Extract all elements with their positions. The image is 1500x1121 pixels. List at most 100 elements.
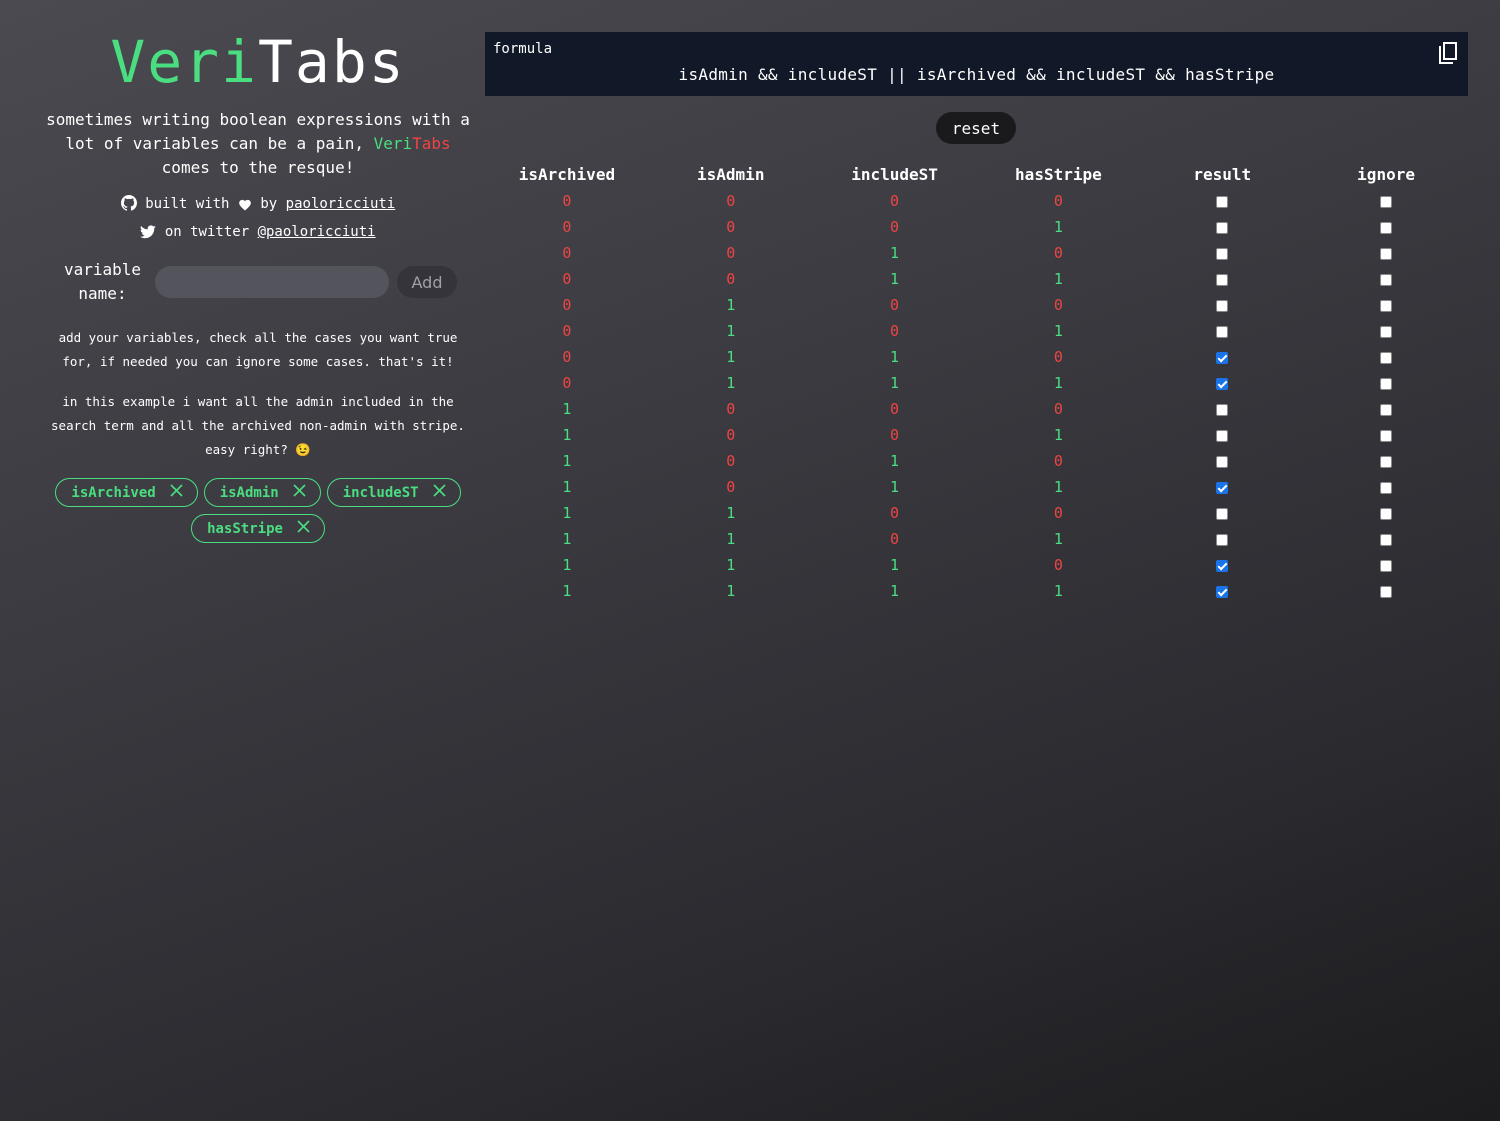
ignore-checkbox[interactable] [1380, 429, 1393, 442]
close-icon[interactable] [170, 484, 183, 501]
ignore-checkbox[interactable] [1380, 195, 1393, 208]
ignore-checkbox[interactable] [1380, 299, 1393, 312]
result-cell [1140, 370, 1304, 396]
ignore-checkbox[interactable] [1380, 247, 1393, 260]
truth-value-cell: 0 [726, 452, 736, 470]
reset-button[interactable]: reset [936, 112, 1016, 144]
ignore-cell [1304, 318, 1468, 344]
truth-value-cell: 1 [726, 530, 736, 548]
result-checkbox[interactable] [1216, 507, 1229, 520]
result-checkbox[interactable] [1216, 325, 1229, 338]
table-row: 0 0 0 1 [485, 214, 1468, 240]
truth-value-cell: 1 [1053, 582, 1063, 600]
truth-value-cell: 1 [562, 504, 572, 522]
table-row: 0 0 1 0 [485, 240, 1468, 266]
ignore-checkbox[interactable] [1380, 533, 1393, 546]
truth-value-cell: 0 [726, 478, 736, 496]
ignore-cell [1304, 578, 1468, 604]
ignore-checkbox[interactable] [1380, 585, 1393, 598]
app-logo: VeriTabs [40, 30, 476, 94]
result-checkbox[interactable] [1216, 585, 1229, 598]
ignore-checkbox[interactable] [1380, 273, 1393, 286]
result-checkbox[interactable] [1216, 195, 1229, 208]
credit-by-text: by [260, 196, 278, 212]
tagline-text-end: comes to the resque! [161, 158, 355, 177]
formula-panel: formula isAdmin && includeST || isArchiv… [485, 32, 1468, 96]
truth-value-cell: 1 [726, 556, 736, 574]
truth-value-cell: 0 [562, 192, 572, 210]
truth-value-cell: 1 [1053, 218, 1063, 236]
result-checkbox[interactable] [1216, 351, 1229, 364]
truth-value-cell: 1 [562, 426, 572, 444]
variable-name-label: variable name: [63, 260, 142, 303]
copy-icon[interactable] [1436, 41, 1458, 69]
truth-value-cell: 0 [1053, 452, 1063, 470]
add-button[interactable]: Add [396, 266, 458, 298]
truth-value-cell: 0 [562, 348, 572, 366]
truth-value-cell: 1 [890, 582, 900, 600]
twitter-link[interactable]: @paoloricciuti [258, 224, 376, 240]
table-row: 1 0 0 1 [485, 422, 1468, 448]
ignore-checkbox[interactable] [1380, 351, 1393, 364]
result-checkbox[interactable] [1216, 533, 1229, 546]
truth-value-cell: 0 [726, 426, 736, 444]
variable-chip: isAdmin [203, 478, 321, 507]
table-row: 1 0 0 0 [485, 396, 1468, 422]
result-cell [1140, 526, 1304, 552]
credit-built-line: built with by paoloricciuti [40, 190, 476, 218]
ignore-checkbox[interactable] [1380, 559, 1393, 572]
result-checkbox[interactable] [1216, 455, 1229, 468]
result-cell [1140, 396, 1304, 422]
result-cell [1140, 292, 1304, 318]
truth-value-cell: 0 [1053, 556, 1063, 574]
column-header: hasStripe [1015, 164, 1102, 184]
help-paragraph-1: add your variables, check all the cases … [58, 330, 458, 369]
help-paragraph-2: in this example i want all the admin inc… [51, 394, 465, 457]
close-icon[interactable] [297, 520, 310, 537]
result-checkbox[interactable] [1216, 481, 1229, 494]
truth-value-cell: 0 [726, 270, 736, 288]
truth-value-cell: 0 [726, 400, 736, 418]
truth-table: isArchived isAdmin includeST hasStripe resul… [485, 160, 1468, 604]
ignore-checkbox[interactable] [1380, 325, 1393, 338]
column-header: result [1193, 164, 1252, 184]
truth-value-cell: 1 [1053, 270, 1063, 288]
truth-value-cell: 1 [890, 270, 900, 288]
ignore-checkbox[interactable] [1380, 221, 1393, 234]
variable-chip-label: isAdmin [219, 484, 279, 501]
result-checkbox[interactable] [1216, 221, 1229, 234]
truth-value-cell: 0 [890, 322, 900, 340]
ignore-checkbox[interactable] [1380, 507, 1393, 520]
result-cell [1140, 578, 1304, 604]
result-cell [1140, 344, 1304, 370]
ignore-checkbox[interactable] [1380, 481, 1393, 494]
truth-value-cell: 0 [890, 426, 900, 444]
truth-value-cell: 1 [1053, 530, 1063, 548]
ignore-checkbox[interactable] [1380, 377, 1393, 390]
truth-value-cell: 1 [726, 296, 736, 314]
ignore-cell [1304, 448, 1468, 474]
truth-value-cell: 0 [562, 244, 572, 262]
result-checkbox[interactable] [1216, 403, 1229, 416]
close-icon[interactable] [293, 484, 306, 501]
ignore-checkbox[interactable] [1380, 403, 1393, 416]
heart-icon [238, 196, 252, 212]
result-checkbox[interactable] [1216, 299, 1229, 312]
ignore-checkbox[interactable] [1380, 455, 1393, 468]
table-row: 1 1 1 1 [485, 578, 1468, 604]
formula-label: formula [493, 41, 553, 57]
close-icon[interactable] [433, 484, 446, 501]
author-link[interactable]: paoloricciuti [286, 196, 396, 212]
result-cell [1140, 552, 1304, 578]
table-row: 0 1 0 1 [485, 318, 1468, 344]
ignore-cell [1304, 240, 1468, 266]
ignore-cell [1304, 552, 1468, 578]
result-checkbox[interactable] [1216, 247, 1229, 260]
result-checkbox[interactable] [1216, 429, 1229, 442]
variable-name-input[interactable] [154, 266, 389, 298]
result-checkbox[interactable] [1216, 559, 1229, 572]
variable-chips: isArchived isAdmin includeST hasStripe [40, 478, 476, 543]
truth-value-cell: 1 [562, 556, 572, 574]
result-checkbox[interactable] [1216, 273, 1229, 286]
result-checkbox[interactable] [1216, 377, 1229, 390]
